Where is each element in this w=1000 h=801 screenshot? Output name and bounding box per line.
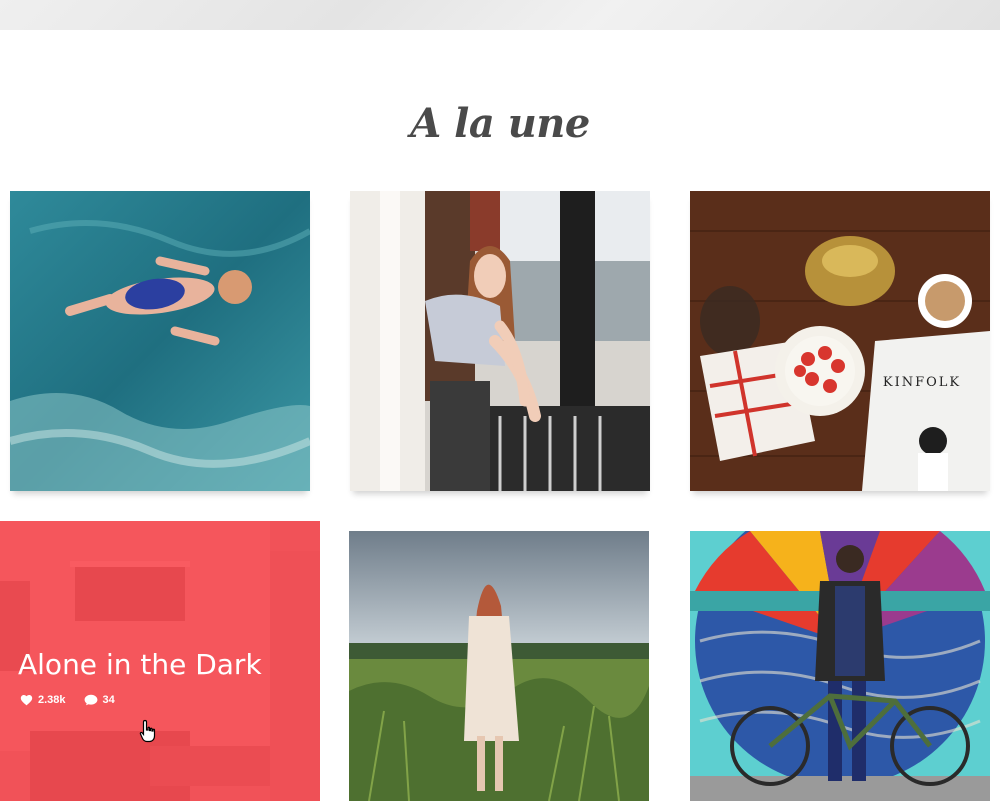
header-band [0, 0, 1000, 30]
magazine-title: KINFOLK [883, 375, 961, 390]
swimmer-photo [10, 191, 310, 491]
speech-bubble-icon [84, 694, 97, 706]
hand-cursor-icon [139, 719, 157, 748]
comments-count: 34 [102, 694, 115, 706]
woman-in-field-photo [349, 531, 649, 801]
gallery-card-field[interactable] [349, 531, 649, 801]
card-title[interactable]: Alone in the Dark [18, 648, 262, 681]
woman-at-window-photo [350, 191, 650, 491]
card-stats: 2.38k 34 [20, 694, 115, 706]
heart-icon [20, 695, 33, 706]
gallery-card-woman-window[interactable] [350, 191, 650, 491]
gallery-card-bicycle[interactable] [690, 531, 990, 801]
section-title: A la une [410, 100, 590, 147]
breakfast-table-photo: KINFOLK [690, 191, 990, 491]
likes-count: 2.38k [38, 694, 66, 706]
gallery-card-swimmer[interactable] [10, 191, 310, 491]
comments-stat[interactable]: 34 [84, 694, 115, 706]
likes-stat[interactable]: 2.38k [20, 694, 66, 706]
gallery-card-breakfast[interactable]: KINFOLK [690, 191, 990, 491]
woman-with-bicycle-photo [690, 531, 990, 801]
